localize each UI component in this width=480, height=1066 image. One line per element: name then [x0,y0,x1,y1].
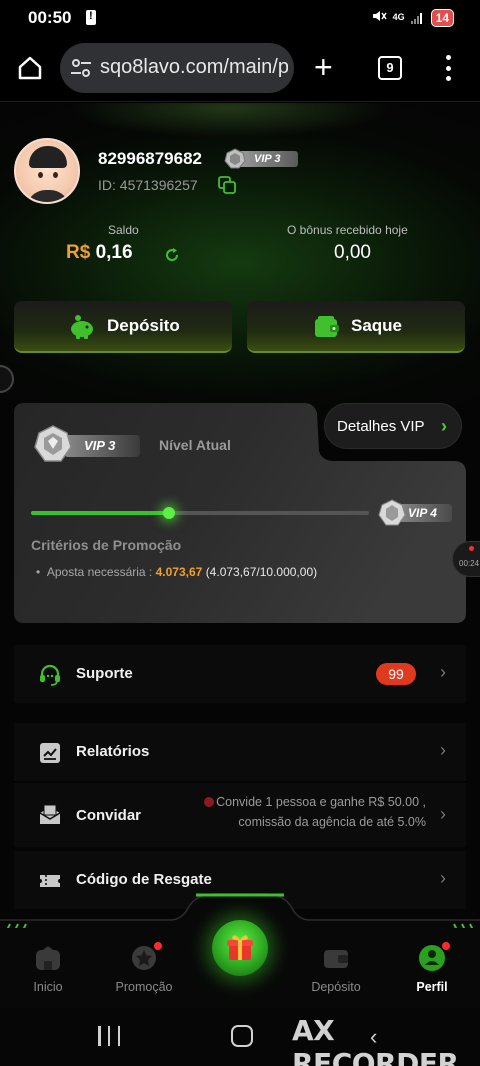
nav-deposit-label: Depósito [311,980,361,994]
vip-shield-icon [224,148,246,170]
support-label: Suporte [76,665,133,682]
mute-icon [371,8,387,27]
avatar [14,138,80,204]
vip-card: VIP 3 Nível Atual Detalhes VIP › VIP 4 C… [14,403,466,623]
invite-note: Convide 1 pessoa e ganhe R$ 50.00 , comi… [166,792,426,832]
chevron-right-icon: › [440,740,446,760]
current-vip-label: VIP 3 [64,435,140,457]
record-dot-icon [469,546,474,551]
criteria-label: Aposta necessária : [46,565,153,579]
vip-progress-fill [31,511,169,515]
criteria-current: 4.073,67 [155,565,203,579]
invite-label: Convidar [76,807,142,824]
home-nav-icon [34,944,62,972]
alert-icon [86,10,96,25]
menu-item-reports[interactable]: Relatórios › [14,723,466,781]
balance-value: R$ 0,16 [66,242,133,264]
menu-item-support[interactable]: Suporte 99 › [14,645,466,703]
gift-icon [226,932,254,962]
vip-level-label: Nível Atual [159,437,231,453]
headset-icon [38,663,62,687]
balance-currency: R$ [66,242,91,263]
nav-profile-label: Perfil [416,980,448,994]
screen-recorder-widget[interactable]: 00:24 [452,541,480,577]
address-bar[interactable]: sqo8lavo.com/main/p [60,43,294,93]
chevron-right-icon: › [441,416,447,436]
chevron-right-icon: › [440,868,446,888]
bullet-icon: • [36,565,47,579]
tab-switcher-button[interactable]: 9 [378,56,402,80]
refresh-icon[interactable] [164,247,180,263]
reports-label: Relatórios [76,743,150,760]
notification-dot [442,942,450,950]
nav-promotion-label: Promoção [115,980,173,994]
new-tab-icon[interactable]: + [314,51,333,83]
withdraw-button[interactable]: Saque [247,301,465,353]
signal-icon [410,12,425,24]
floating-handle[interactable] [0,365,14,393]
status-bar: 00:50 4G 14 [0,0,480,36]
user-id: ID: 4571396257 [98,177,198,193]
withdraw-label: Saque [351,316,403,335]
vip-details-button[interactable]: Detalhes VIP › [324,403,462,449]
promo-dot-icon [204,797,215,807]
chevron-right-icon: › [440,804,446,824]
vip-badge: VIP 3 [224,148,298,170]
url-text: sqo8lavo.com/main/p [100,56,288,78]
browser-toolbar: sqo8lavo.com/main/p + 9 [0,36,480,102]
chevron-right-icon: › [440,662,446,682]
nav-home-label: Inicio [33,980,63,994]
menu-item-invite[interactable]: Convidar Convide 1 pessoa e ganhe R$ 50.… [14,783,466,847]
vip-progress-knob [162,507,175,519]
criteria-progress: (4.073,67/10.000,00) [205,565,318,579]
invite-note-line1: Convide 1 pessoa e ganhe R$ 50.00 , [216,795,426,809]
copy-icon[interactable] [218,176,236,194]
profile-nav-icon [418,942,450,972]
nav-profile[interactable]: Perfil [392,942,472,994]
balance-amount: 0,16 [95,242,133,263]
battery-indicator: 14 [430,8,454,27]
notification-dot [154,942,162,950]
deposit-nav-icon [322,944,350,972]
wallet-icon [313,313,341,341]
promotion-nav-icon [130,942,162,972]
vip-progress-bar [31,507,369,519]
nav-deposit[interactable]: Depósito [296,944,376,994]
site-settings-icon[interactable] [70,58,92,78]
profile-page: 82996879682 VIP 3 ID: 4571396257 Saldo R… [0,103,480,1008]
gift-button[interactable] [212,920,268,976]
home-icon[interactable] [16,54,44,82]
vip-next-shield-icon [378,499,406,527]
piggy-bank-icon [68,313,96,341]
status-time: 00:50 [28,8,72,27]
bonus-value: 0,00 [334,242,371,263]
more-options-icon[interactable] [446,55,452,81]
recorder-watermark: AX RECORDER [292,1014,459,1066]
support-badge: 99 [376,663,416,685]
recents-icon[interactable] [98,1026,120,1046]
deposit-label: Depósito [107,316,180,335]
user-name: 82996879682 [98,149,203,168]
status-indicators: 4G 14 [371,8,454,27]
invite-icon [38,803,62,827]
android-home-button[interactable] [231,1025,253,1047]
reports-icon [38,741,62,765]
vip-details-label: Detalhes VIP [337,418,425,435]
network-label: 4G [392,12,405,22]
nav-home[interactable]: Inicio [8,944,88,994]
invite-note-line2: comissão da agência de até 5.0% [238,815,426,829]
redeem-code-label: Código de Resgate [76,871,212,888]
nav-promotion[interactable]: Promoção [104,942,184,994]
vip-shield-icon [34,425,72,463]
bonus-label: O bônus recebido hoje [287,223,408,237]
balance-label: Saldo [108,223,139,237]
recorder-time: 00:24 [459,559,480,568]
android-navigation-bar: ‹ AX RECORDER [0,1008,480,1066]
criteria-row: • Aposta necessária : 4.073,67 (4.073,67… [36,565,317,579]
deposit-button[interactable]: Depósito [14,301,232,353]
criteria-title: Critérios de Promoção [31,537,182,553]
